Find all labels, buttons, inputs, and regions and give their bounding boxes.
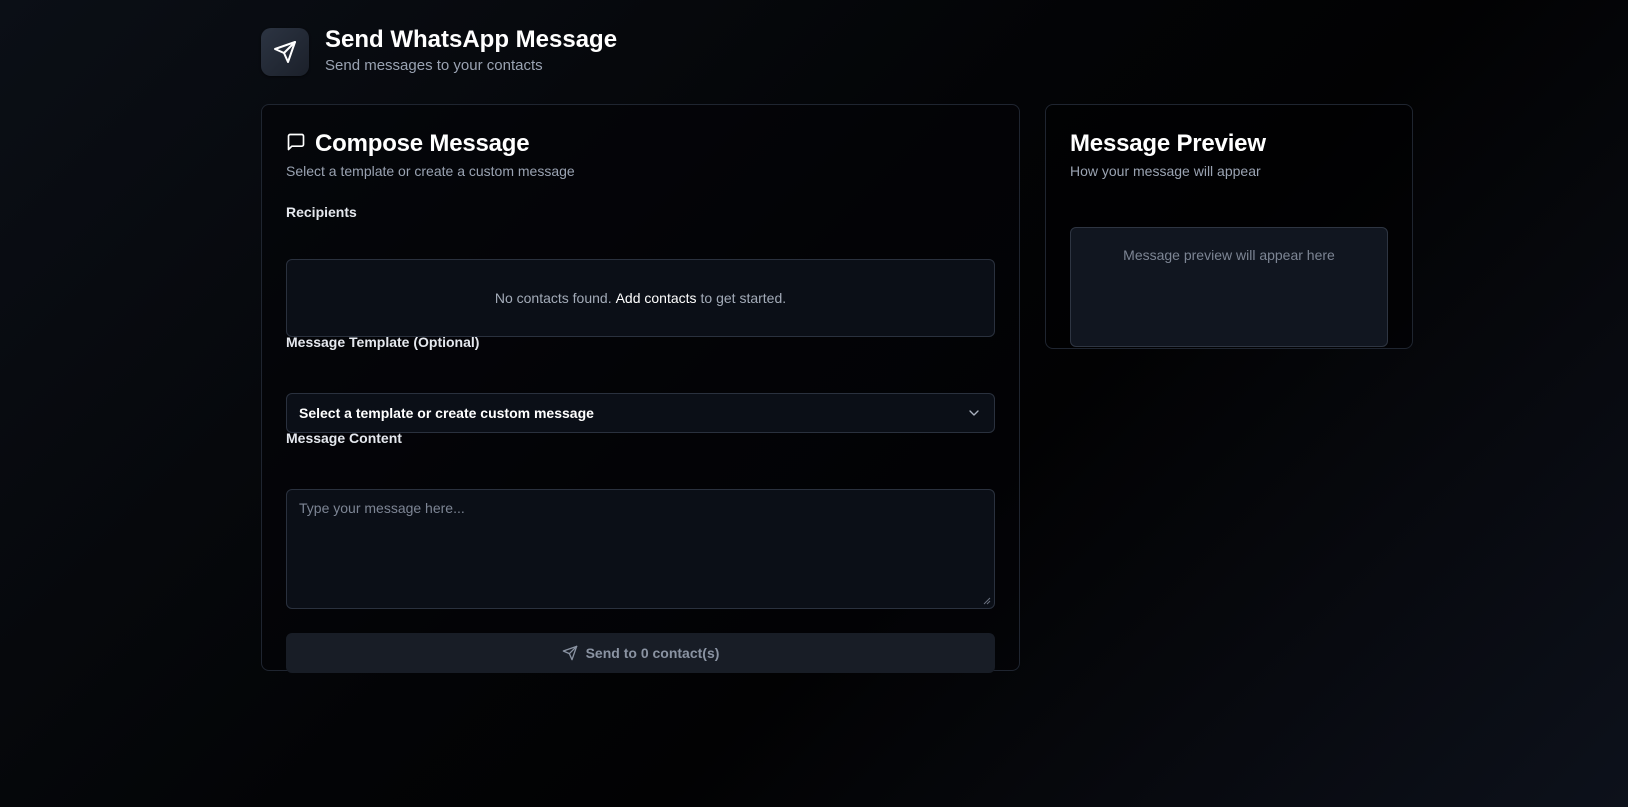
resize-handle-icon[interactable]: [983, 597, 991, 605]
content-label: Message Content: [286, 430, 402, 446]
header-text: Send WhatsApp Message Send messages to y…: [325, 26, 618, 75]
compose-title: Compose Message: [315, 130, 530, 157]
message-content-placeholder: Type your message here...: [299, 500, 465, 516]
preview-title: Message Preview: [1070, 130, 1266, 157]
send-button-label: Send to 0 contact(s): [585, 645, 720, 661]
chevron-down-icon: [969, 410, 979, 416]
template-select[interactable]: Select a template or create custom messa…: [286, 393, 995, 433]
message-square-icon: [287, 133, 305, 151]
message-preview-box: Message preview will appear here: [1070, 227, 1388, 347]
compose-title-row: Compose Message: [286, 129, 995, 159]
send-button[interactable]: Send to 0 contact(s): [286, 633, 995, 673]
preview-placeholder: Message preview will appear here: [1123, 247, 1335, 263]
preview-description: How your message will appear: [1070, 163, 1261, 179]
add-contacts-link[interactable]: Add contacts: [616, 290, 697, 306]
send-message-page: Send WhatsApp Message Send messages to y…: [261, 26, 1413, 673]
page-header: Send WhatsApp Message Send messages to y…: [261, 26, 1413, 76]
compose-card-content: Compose Message Select a template or cre…: [286, 129, 995, 673]
compose-card: Compose Message Select a template or cre…: [261, 104, 1020, 673]
recipients-empty-suffix: to get started.: [700, 290, 787, 306]
recipients-empty-text: No contacts found.: [494, 290, 612, 306]
template-label: Message Template (Optional): [286, 334, 480, 350]
message-content-textarea[interactable]: Type your message here...: [286, 489, 995, 609]
send-icon: [261, 28, 309, 76]
template-select-value: Select a template or create custom messa…: [299, 405, 594, 421]
preview-title-row: Message Preview: [1070, 129, 1388, 159]
recipients-list: No contacts found. Add contacts to get s…: [286, 259, 995, 337]
preview-card-content: Message Preview How your message will ap…: [1070, 129, 1388, 347]
send-icon: [562, 645, 577, 661]
preview-card: Message Preview How your message will ap…: [1045, 104, 1413, 349]
recipients-label: Recipients: [286, 204, 357, 220]
page-subtitle: Send messages to your contacts: [325, 57, 543, 74]
page-title: Send WhatsApp Message: [325, 26, 618, 53]
compose-description: Select a template or create a custom mes…: [286, 163, 575, 179]
